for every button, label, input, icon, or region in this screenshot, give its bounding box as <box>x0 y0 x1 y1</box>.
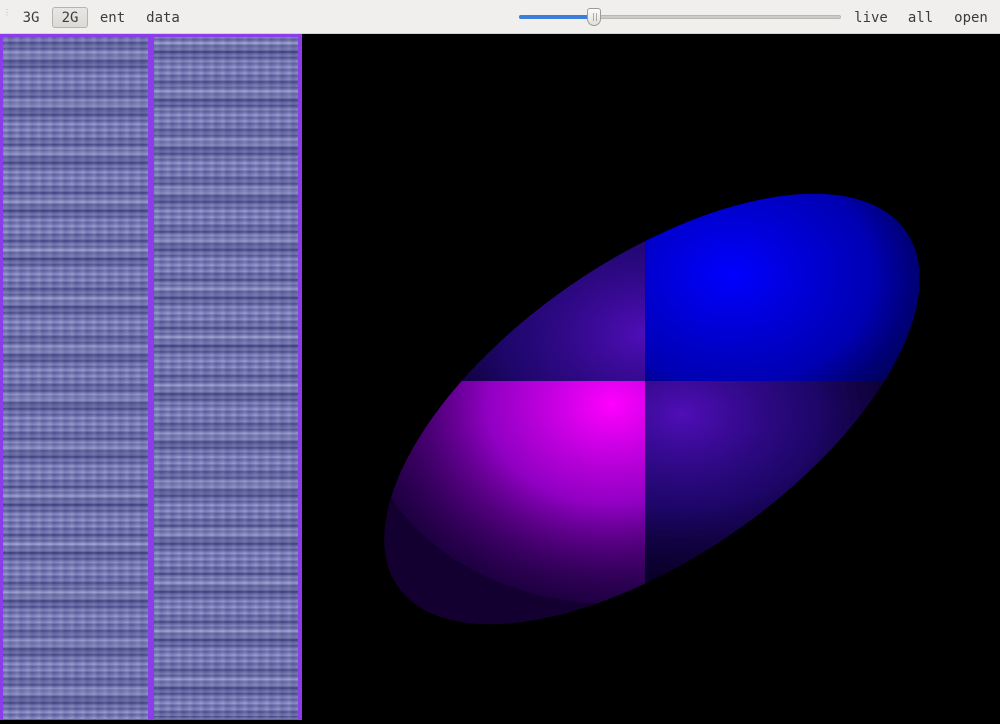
digram-visualization[interactable] <box>302 34 1000 720</box>
toolbar: ⋮ 3G 2G ent data live all open <box>0 0 1000 34</box>
all-button[interactable]: all <box>903 7 938 28</box>
position-slider[interactable] <box>519 8 841 26</box>
file-strip-overview[interactable] <box>3 37 148 719</box>
digram-plot[interactable] <box>302 34 1000 720</box>
file-overview-panel[interactable] <box>0 34 302 720</box>
entropy-button[interactable]: ent <box>96 7 129 28</box>
live-button[interactable]: live <box>850 7 892 28</box>
slider-fill <box>519 15 594 19</box>
digram-blob <box>313 109 991 709</box>
data-button[interactable]: data <box>142 7 184 28</box>
toolbar-grip-icon[interactable]: ⋮ <box>3 9 11 23</box>
slider-handle[interactable] <box>587 8 601 26</box>
view-2g-button[interactable]: 2G <box>52 7 88 28</box>
view-3g-button[interactable]: 3G <box>17 7 45 28</box>
file-strip-selection[interactable] <box>154 37 298 719</box>
open-button[interactable]: open <box>950 7 992 28</box>
